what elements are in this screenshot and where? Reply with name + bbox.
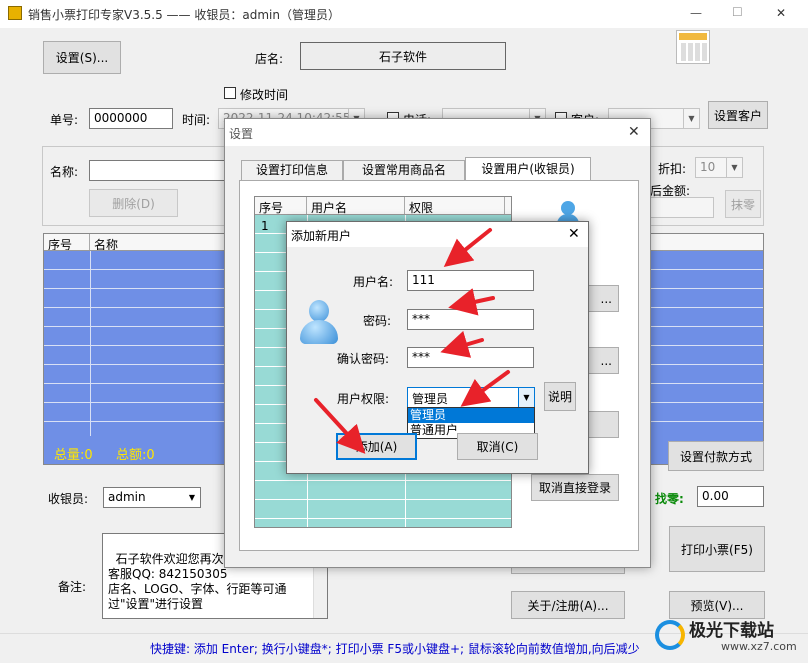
- change-input[interactable]: 0.00: [697, 486, 764, 507]
- add-user-dialog: 添加新用户 ✕ 用户名: 111 密码: *** 确认密码: *** 用户权限:…: [286, 221, 589, 474]
- permission-label: 用户权限:: [337, 392, 390, 406]
- discount-value: 10: [700, 160, 716, 174]
- chevron-down-icon: ▼: [184, 488, 200, 507]
- watermark: 极光下载站 www.xz7.com: [655, 612, 805, 660]
- change-label: 找零:: [655, 492, 684, 506]
- confirm-password-input[interactable]: ***: [407, 347, 534, 368]
- order-input[interactable]: 0000000: [89, 108, 173, 129]
- password-label: 密码:: [363, 314, 392, 328]
- close-icon[interactable]: ✕: [628, 124, 640, 140]
- window-title: 销售小票打印专家V3.5.5 —— 收银员：admin（管理员）: [28, 8, 340, 22]
- total-amount: 总额:0: [116, 448, 155, 463]
- tab-set-users[interactable]: 设置用户(收银员): [465, 157, 591, 181]
- close-icon[interactable]: ✕: [776, 6, 786, 20]
- user-grid-header: 序号 用户名 权限: [255, 197, 511, 215]
- confirm-password-label: 确认密码:: [337, 352, 390, 366]
- discount-label: 折扣:: [658, 162, 687, 176]
- tab-print-info[interactable]: 设置打印信息: [241, 160, 343, 180]
- name-input[interactable]: [89, 160, 239, 181]
- watermark-logo-icon: [655, 620, 685, 650]
- note-label: 备注:: [58, 580, 87, 594]
- close-icon[interactable]: ✕: [568, 226, 580, 242]
- settings-dialog-title: 设置: [229, 127, 254, 141]
- payment-method-button[interactable]: 设置付款方式: [668, 441, 764, 471]
- column-header-permission[interactable]: 权限: [405, 197, 505, 214]
- delete-button[interactable]: 删除(D): [89, 189, 178, 217]
- discount-combo[interactable]: 10 ▼: [695, 157, 743, 178]
- cashier-label: 收银员:: [48, 492, 89, 506]
- settings-button[interactable]: 设置(S)...: [43, 41, 121, 74]
- chevron-down-icon: ▼: [726, 158, 742, 177]
- column-header-no[interactable]: 序号: [44, 234, 90, 250]
- time-label: 时间:: [182, 113, 211, 127]
- add-button[interactable]: 添加(A): [336, 433, 417, 460]
- calendar-icon[interactable]: [676, 30, 710, 64]
- username-input[interactable]: 111: [407, 270, 534, 291]
- chevron-down-icon: ▼: [518, 388, 534, 407]
- modify-time-checkbox[interactable]: [224, 87, 236, 99]
- user-row-no: 1: [261, 219, 269, 233]
- cancel-direct-login-button[interactable]: 取消直接登录: [531, 474, 619, 501]
- order-label: 单号:: [50, 113, 79, 127]
- store-label: 店名:: [255, 52, 284, 66]
- permission-select[interactable]: 管理员 ▼: [407, 387, 535, 408]
- permission-value: 管理员: [412, 392, 449, 406]
- add-user-title: 添加新用户: [291, 229, 352, 243]
- print-ticket-button[interactable]: 打印小票(F5): [669, 526, 765, 572]
- title-bar: 销售小票打印专家V3.5.5 —— 收银员：admin（管理员） — ☐ ✕: [0, 0, 808, 28]
- explain-button[interactable]: 说明: [544, 382, 576, 411]
- add-user-titlebar: 添加新用户 ✕: [287, 222, 588, 247]
- store-name-field: 石子软件: [300, 42, 506, 70]
- set-customer-button[interactable]: 设置客户: [708, 101, 768, 129]
- watermark-url: www.xz7.com: [721, 640, 797, 653]
- option-admin[interactable]: 管理员: [408, 408, 534, 423]
- tab-common-goods[interactable]: 设置常用商品名: [343, 160, 465, 180]
- about-register-button[interactable]: 关于/注册(A)...: [511, 591, 625, 619]
- chevron-down-icon: ▼: [683, 109, 699, 128]
- cashier-combo[interactable]: admin ▼: [103, 487, 201, 508]
- erase-button[interactable]: 抹零: [725, 190, 761, 218]
- modify-time-label: 修改时间: [240, 88, 289, 102]
- shortcut-hint: 快捷键: 添加 Enter; 换行小键盘*; 打印小票 F5或小键盘+; 鼠标滚…: [150, 642, 640, 656]
- column-header-username[interactable]: 用户名: [307, 197, 405, 214]
- after-amount-field: [650, 197, 714, 218]
- user-icon: [300, 300, 338, 346]
- name-label: 名称:: [50, 165, 79, 179]
- minimize-icon[interactable]: —: [690, 6, 702, 20]
- app-icon: [8, 6, 22, 20]
- password-input[interactable]: ***: [407, 309, 534, 330]
- column-header-no[interactable]: 序号: [255, 197, 307, 214]
- cancel-button[interactable]: 取消(C): [457, 433, 538, 460]
- cashier-value: admin: [108, 490, 146, 504]
- watermark-text: 极光下载站: [689, 621, 774, 641]
- total-qty: 总量:0: [54, 448, 93, 463]
- settings-dialog-titlebar: 设置 ✕: [225, 119, 650, 146]
- maximize-icon[interactable]: ☐: [732, 5, 743, 19]
- username-label: 用户名:: [353, 275, 394, 289]
